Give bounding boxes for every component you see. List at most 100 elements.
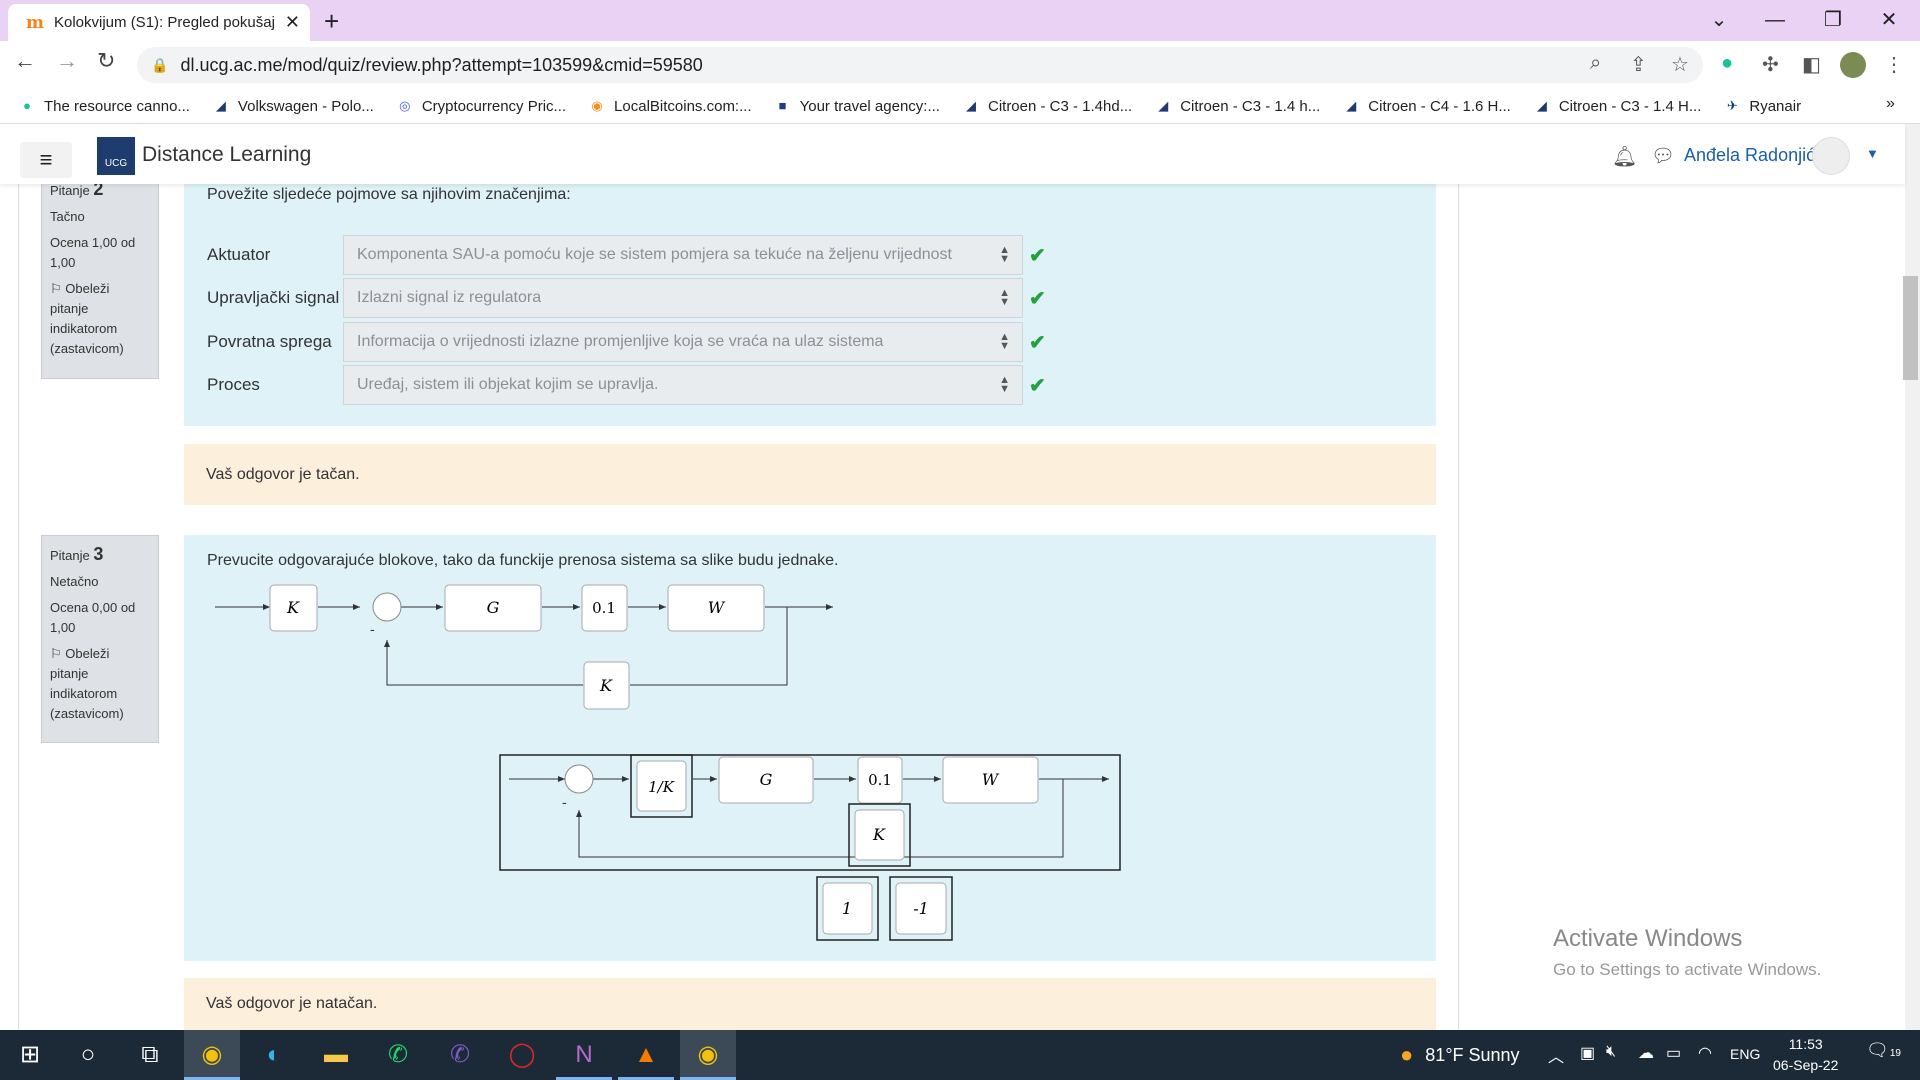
close-tab-icon[interactable]: ✕ [285, 12, 300, 33]
opera-icon[interactable]: ◯ [494, 1030, 550, 1080]
edge-taskbar-icon[interactable]: ◐ [246, 1030, 302, 1080]
user-menu-caret-icon[interactable]: ▼ [1866, 146, 1879, 161]
language-indicator[interactable]: ENG [1730, 1046, 1760, 1062]
grammarly-extension-icon[interactable]: ● [1721, 52, 1733, 75]
page-scrollbar[interactable] [1905, 124, 1920, 1030]
block-label: W [982, 770, 1000, 789]
question-3-info: Pitanje 3 Netačno Ocena 0,00 od 1,00 ⚐ O… [41, 535, 159, 743]
match-select[interactable]: Izlazni signal iz regulatora ▲ ▼ [343, 278, 1023, 318]
windows-start-icon[interactable]: ⊞ [2, 1030, 58, 1080]
tab-search-icon[interactable]: ⌄ [1696, 4, 1742, 36]
drag-option-1[interactable]: 1 [816, 876, 879, 941]
flag-question-link[interactable]: ⚐ Obeleži pitanje indikatorom (zastavico… [50, 279, 150, 359]
onenote-icon[interactable]: N [556, 1030, 612, 1080]
onedrive-icon[interactable]: ☁ [1638, 1043, 1654, 1063]
bookmark-label: Citroen - C3 - 1.4hd... [987, 97, 1133, 115]
block-label: K [599, 676, 613, 695]
block-w: W [667, 584, 765, 632]
drop-zone-1-over-k[interactable]: 1/K [630, 754, 693, 818]
drop-zone-k[interactable]: K [848, 803, 911, 867]
speaker-muted-icon[interactable]: 🔇︎ [1606, 1043, 1616, 1061]
share-icon[interactable]: ⇪ [1630, 52, 1647, 77]
block-label: G [760, 770, 773, 789]
question-3-feedback: Vaš odgovor je natačan. [184, 978, 1436, 1030]
block-label: K [872, 825, 886, 844]
chrome-menu-icon[interactable]: ⋮ [1884, 52, 1904, 77]
flag-question-link[interactable]: ⚐ Obeleži pitanje indikatorom (zastavico… [50, 644, 150, 724]
search-icon[interactable]: ○ [60, 1030, 116, 1080]
task-view-icon[interactable]: ⧉ [122, 1030, 178, 1080]
show-hidden-icons[interactable]: ︿ [1548, 1043, 1564, 1067]
select-arrows-icon: ▲ ▼ [999, 374, 1010, 395]
viber-icon[interactable]: ✆ [432, 1030, 488, 1080]
window-close-icon[interactable]: ✕ [1866, 4, 1912, 36]
browser-tab[interactable]: m Kolokvijum (S1): Pregled pokušaj ✕ [8, 4, 310, 41]
car-icon: ◢ [965, 98, 976, 113]
bookmark-item[interactable]: ◢ Volkswagen - Polo... [212, 97, 374, 115]
block-label: W [708, 598, 726, 617]
chrome-canary-taskbar-icon[interactable]: ◉ [680, 1030, 736, 1080]
match-select[interactable]: Komponenta SAU-a pomoću koje se sistem p… [343, 235, 1023, 275]
bookmark-item[interactable]: ◢ Citroen - C3 - 1.4 h... [1154, 97, 1320, 115]
zoom-icon[interactable]: ⌕ [1590, 52, 1601, 75]
bookmark-label: Ryanair [1749, 97, 1802, 115]
bookmark-item[interactable]: ◉ LocalBitcoins.com:... [588, 97, 752, 115]
bookmark-item[interactable]: ■ Your travel agency:... [774, 97, 940, 115]
minimize-icon[interactable]: — [1752, 4, 1798, 36]
match-row: Aktuator Komponenta SAU-a pomoću koje se… [207, 235, 1046, 275]
bookmark-label: LocalBitcoins.com:... [614, 97, 752, 115]
back-icon[interactable]: ← [14, 48, 36, 74]
meet-now-icon[interactable]: ▣ [1580, 1043, 1595, 1063]
match-term: Povratna sprega [207, 332, 332, 351]
hamburger-menu-icon[interactable]: ≡ [20, 142, 72, 178]
ucg-logo[interactable]: UCG [97, 137, 135, 175]
weather-widget[interactable]: ● 81°F Sunny [1400, 1042, 1520, 1068]
drag-option-minus-1[interactable]: -1 [889, 876, 953, 941]
user-name[interactable]: Anđela Radonjić [1684, 145, 1815, 166]
match-term: Upravljački signal [207, 288, 340, 307]
forward-icon[interactable]: → [56, 48, 78, 74]
file-explorer-icon[interactable]: ▬ [308, 1030, 364, 1080]
extensions-icon[interactable]: ✣ [1762, 52, 1779, 77]
block-label: 0.1 [592, 599, 616, 617]
select-arrows-icon: ▲ ▼ [999, 287, 1010, 308]
chrome-taskbar-icon[interactable]: ◉ [184, 1030, 240, 1080]
matlab-icon[interactable]: ▲ [618, 1030, 674, 1080]
match-select[interactable]: Uređaj, sistem ili objekat kojim se upra… [343, 365, 1023, 405]
match-select[interactable]: Informacija o vrijednosti izlazne promje… [343, 322, 1023, 362]
battery-icon[interactable]: ▭ [1666, 1043, 1681, 1063]
reload-icon[interactable]: ↻ [97, 48, 115, 74]
notification-count: 19 [1889, 1048, 1901, 1059]
profile-avatar[interactable] [1840, 52, 1866, 78]
taskbar-clock[interactable]: 11:53 06-Sep-22 [1773, 1034, 1838, 1076]
bookmark-item[interactable]: ◎ Cryptocurrency Pric... [396, 97, 566, 115]
user-avatar[interactable] [1812, 137, 1850, 175]
address-bar[interactable]: 🔒 dl.ucg.ac.me/mod/quiz/review.php?attem… [137, 47, 1703, 83]
restore-icon[interactable]: ❐ [1810, 4, 1856, 36]
flag-label: Obeleži pitanje indikatorom (zastavicom) [50, 281, 124, 356]
scrollbar-thumb[interactable] [1903, 276, 1918, 380]
bookmarks-overflow-icon[interactable]: » [1886, 95, 1895, 113]
block-diagram-original: - K G 0.1 W K [215, 584, 833, 710]
car-icon: ◢ [1536, 98, 1547, 113]
bookmark-star-icon[interactable]: ☆ [1671, 52, 1689, 77]
notifications-icon[interactable]: 🗨︎19 [1866, 1040, 1901, 1061]
question-number-value: 3 [93, 544, 104, 564]
bookmark-item[interactable]: ✈ Ryanair [1723, 97, 1801, 115]
new-tab-icon[interactable]: + [324, 6, 339, 37]
match-answer: Izlazni signal iz regulatora [357, 289, 542, 306]
bookmark-item[interactable]: ◢ Citroen - C3 - 1.4hd... [962, 97, 1132, 115]
feedback-text: Vaš odgovor je natačan. [206, 995, 378, 1012]
select-arrows-icon: ▲ ▼ [999, 244, 1010, 265]
wifi-icon[interactable]: ◠ [1698, 1043, 1712, 1063]
notifications-bell-icon[interactable]: 🔔︎ [1612, 144, 1637, 169]
bookmark-item[interactable]: ◢ Citroen - C3 - 1.4 H... [1533, 97, 1702, 115]
site-name[interactable]: Distance Learning [142, 143, 311, 167]
whatsapp-icon[interactable]: ✆ [370, 1030, 426, 1080]
bookmark-item[interactable]: ● The resource canno... [18, 97, 190, 115]
question-number: Pitanje 3 [50, 544, 150, 566]
side-panel-icon[interactable]: ◧ [1802, 52, 1821, 77]
block-feedback-k: K [583, 661, 630, 710]
messages-chat-icon[interactable]: 💬︎ [1651, 144, 1675, 168]
bookmark-item[interactable]: ◢ Citroen - C4 - 1.6 H... [1342, 97, 1511, 115]
